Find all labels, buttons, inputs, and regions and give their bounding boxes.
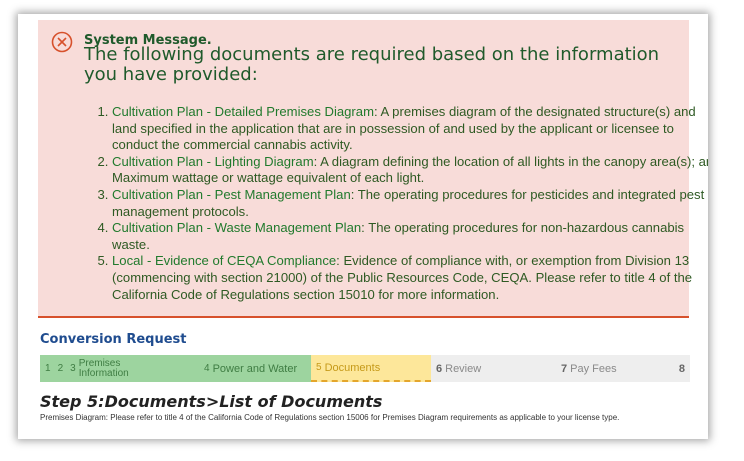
progress-steps: 1 2 3 Premises Information 4 Power and W… (40, 355, 690, 382)
conversion-request-title: Conversion Request (40, 332, 187, 347)
step-3-label: Premises Information (78, 357, 129, 379)
step-4[interactable]: 4 Power and Water (200, 355, 311, 382)
step-6-label: Review (445, 362, 482, 375)
step-4-label: Power and Water (212, 362, 298, 375)
document-title: Cultivation Plan - Pest Management Plan (112, 186, 351, 202)
document-item: Local - Evidence of CEQA Compliance: Evi… (112, 253, 708, 303)
document-item: Cultivation Plan - Waste Management Plan… (112, 220, 708, 253)
step-5-label: Documents (324, 361, 381, 374)
step-5-number: 5 (316, 362, 322, 373)
step-8[interactable]: 8 (676, 355, 690, 382)
step-7-label: Pay Fees (570, 362, 617, 375)
message-headline: The following documents are required bas… (84, 44, 660, 85)
premises-diagram-note: Premises Diagram: Please refer to title … (40, 413, 620, 422)
step-7[interactable]: 7 Pay Fees (556, 355, 676, 382)
document-title: Local - Evidence of CEQA Compliance (112, 253, 337, 269)
document-item: Cultivation Plan - Lighting Diagram: A d… (112, 154, 708, 187)
step-5-current[interactable]: 5 Documents (311, 355, 431, 382)
required-documents-list: Cultivation Plan - Detailed Premises Dia… (92, 104, 708, 303)
step-2-number: 2 (57, 363, 64, 374)
step-8-number: 8 (678, 362, 685, 375)
step-1-number: 1 (45, 363, 51, 374)
document-title: Cultivation Plan - Lighting Diagram (112, 153, 314, 169)
step-3-number: 3 (70, 363, 76, 374)
document-item: Cultivation Plan - Detailed Premises Dia… (112, 104, 708, 154)
document-item: Cultivation Plan - Pest Management Plan:… (112, 187, 708, 220)
step-heading: Step 5:Documents>List of Documents (40, 392, 383, 411)
content-card: System Message. The following documents … (18, 14, 708, 439)
system-message: System Message. The following documents … (38, 20, 708, 318)
error-circle-x-icon (51, 31, 73, 53)
step-6-number: 6 (436, 362, 443, 375)
step-group-completed[interactable]: 1 2 3 Premises Information (40, 355, 200, 382)
step-6[interactable]: 6 Review (431, 355, 556, 382)
document-title: Cultivation Plan - Waste Management Plan (112, 220, 362, 236)
step-7-number: 7 (561, 362, 568, 375)
document-title: Cultivation Plan - Detailed Premises Dia… (112, 104, 374, 119)
step-4-number: 4 (204, 363, 210, 374)
